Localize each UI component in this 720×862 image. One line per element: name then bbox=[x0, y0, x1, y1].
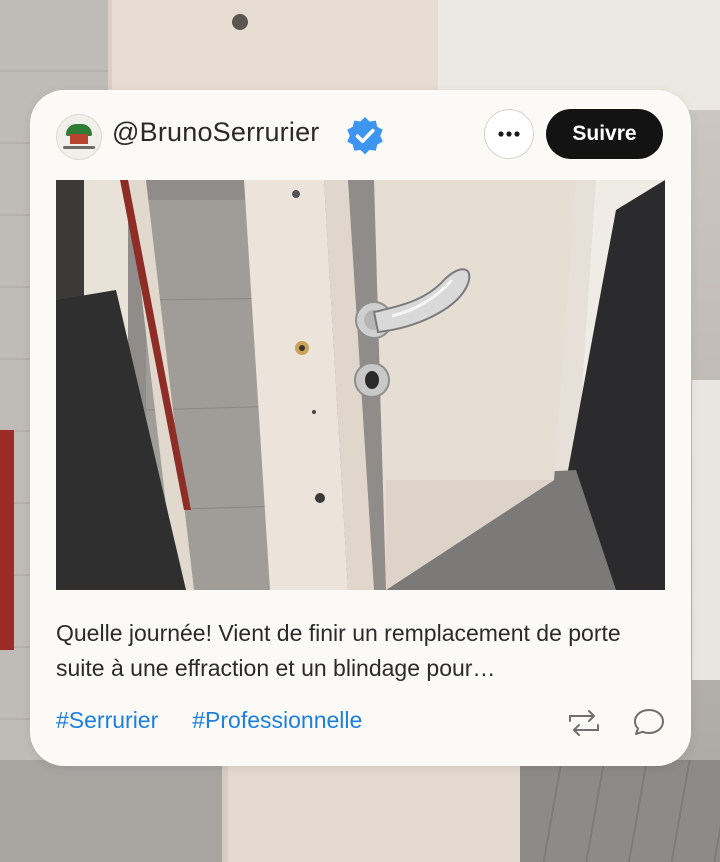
comment-icon[interactable] bbox=[632, 706, 666, 738]
background-door-seal bbox=[0, 430, 14, 650]
social-post-card: @BrunoSerrurier Suivre Quelle journée! V… bbox=[30, 90, 691, 766]
repost-icon[interactable] bbox=[566, 708, 602, 738]
verified-badge-icon bbox=[347, 117, 383, 155]
hashtags: #Serrurier #Professionnelle bbox=[56, 707, 396, 734]
post-caption: Quelle journée! Vient de finir un rempla… bbox=[56, 620, 621, 681]
background-frame bbox=[692, 380, 720, 680]
background-floor-bottom bbox=[520, 760, 720, 862]
username-handle[interactable]: @BrunoSerrurier bbox=[112, 117, 319, 148]
hashtag-serrurier[interactable]: #Serrurier bbox=[56, 707, 158, 733]
follow-button[interactable]: Suivre bbox=[546, 109, 663, 159]
hashtag-professionnelle[interactable]: #Professionnelle bbox=[192, 707, 362, 733]
more-options-icon bbox=[498, 131, 520, 137]
post-image[interactable] bbox=[56, 180, 665, 590]
background-door-bottom bbox=[222, 760, 528, 862]
more-options-button[interactable] bbox=[484, 109, 534, 159]
background-floor-bottom-left bbox=[0, 760, 222, 862]
avatar[interactable] bbox=[56, 114, 102, 160]
